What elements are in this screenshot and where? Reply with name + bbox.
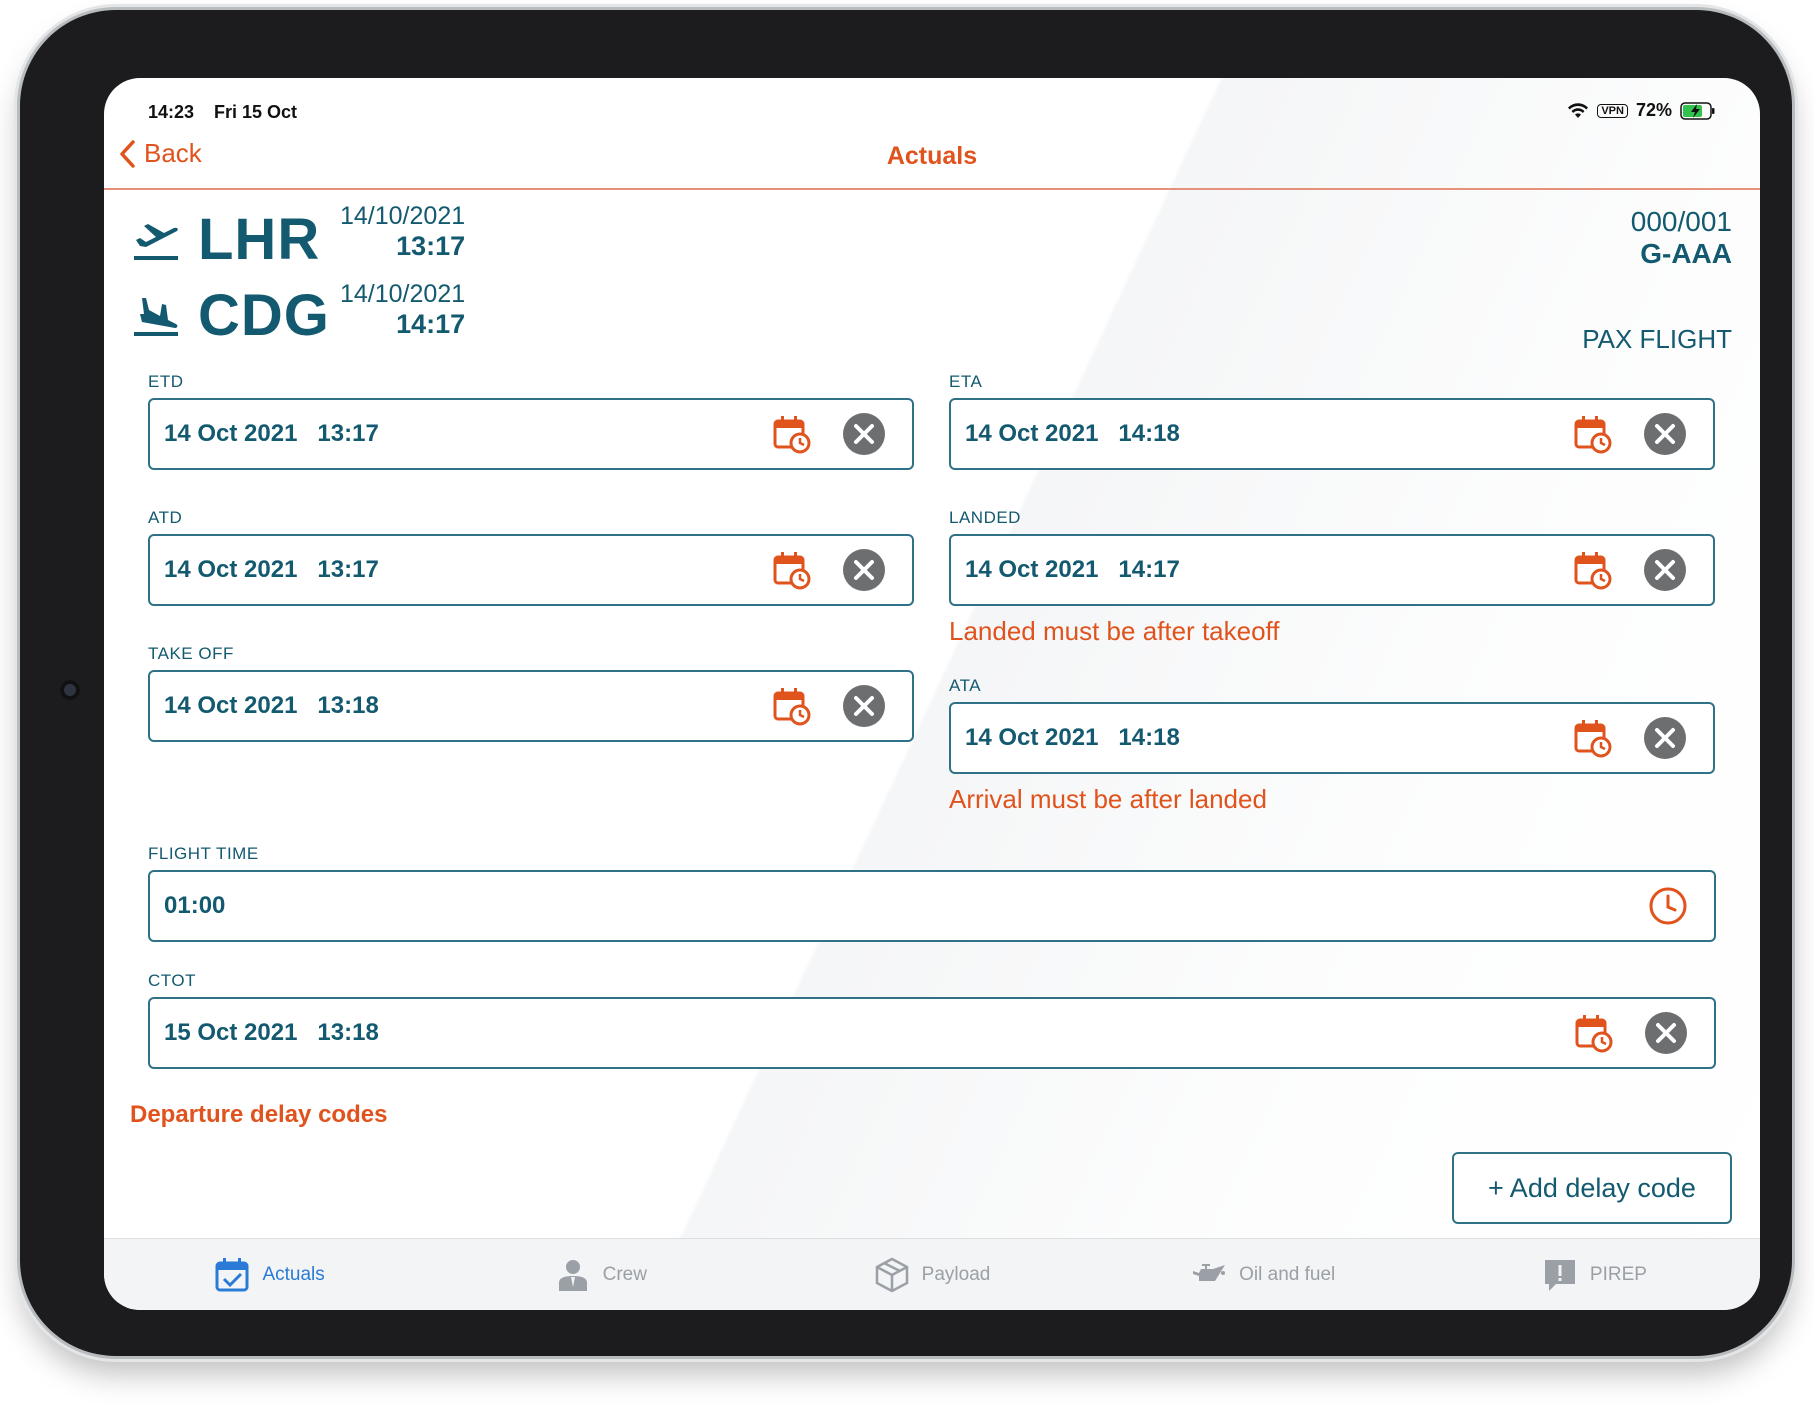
flight-time-label: FLIGHT TIME xyxy=(148,844,259,863)
tab-bar: Actuals Crew Payload Oil and fuel PIREP xyxy=(104,1238,1760,1310)
page-title: Actuals xyxy=(886,142,978,170)
calendar-clock-icon[interactable] xyxy=(1573,718,1613,758)
flight-time-field[interactable]: 01:00 xyxy=(148,870,1716,942)
alert-message-icon xyxy=(1544,1259,1575,1291)
tab-actuals[interactable]: Actuals xyxy=(104,1239,435,1310)
takeoff-value: 14 Oct 2021 13:18 xyxy=(164,692,379,719)
box-icon xyxy=(875,1257,908,1292)
calendar-clock-icon[interactable] xyxy=(772,414,812,454)
departure-time: 13:17 xyxy=(396,231,466,261)
etd-label: ETD xyxy=(148,372,184,391)
screen: 14:23 Fri 15 Oct VPN 72% Back Actuals LH… xyxy=(104,78,1760,1310)
clear-icon[interactable] xyxy=(1643,548,1687,592)
tab-crew-label: Crew xyxy=(602,1263,647,1285)
person-icon xyxy=(558,1259,587,1291)
status-time: 14:23 xyxy=(148,102,195,122)
battery-icon xyxy=(1680,101,1715,120)
camera xyxy=(60,680,80,700)
calendar-clock-icon[interactable] xyxy=(772,686,812,726)
arrival-schedule: 14/10/2021 14:17 xyxy=(340,280,465,340)
calendar-clock-icon[interactable] xyxy=(772,550,812,590)
wifi-icon xyxy=(1568,102,1589,118)
landed-error: Landed must be after takeoff xyxy=(949,616,1280,646)
battery-percent: 72% xyxy=(1635,100,1672,120)
tab-pirep[interactable]: PIREP xyxy=(1429,1239,1760,1310)
oil-can-icon xyxy=(1193,1263,1226,1281)
departure-airport: LHR xyxy=(198,207,321,272)
eta-field[interactable]: 14 Oct 2021 14:18 xyxy=(949,398,1715,470)
landed-field[interactable]: 14 Oct 2021 14:17 xyxy=(949,534,1715,606)
etd-field[interactable]: 14 Oct 2021 13:17 xyxy=(148,398,914,470)
calendar-clock-icon[interactable] xyxy=(1573,550,1613,590)
tab-crew[interactable]: Crew xyxy=(435,1239,766,1310)
tab-pirep-label: PIREP xyxy=(1589,1263,1647,1285)
flight-number: 000/001 xyxy=(1630,206,1732,237)
departure-date: 14/10/2021 xyxy=(340,202,466,230)
arrival-row: CDG xyxy=(132,282,330,349)
clear-icon[interactable] xyxy=(842,548,886,592)
ata-error: Arrival must be after landed xyxy=(949,784,1267,814)
eta-value: 14 Oct 2021 14:18 xyxy=(965,420,1180,447)
takeoff-label: TAKE OFF xyxy=(148,644,234,663)
atd-field[interactable]: 14 Oct 2021 13:17 xyxy=(148,534,914,606)
tab-oil-and-fuel-label: Oil and fuel xyxy=(1239,1263,1336,1285)
ctot-label: CTOT xyxy=(148,971,196,990)
takeoff-icon xyxy=(134,223,178,260)
aircraft-registration: G-AAA xyxy=(1640,238,1732,269)
departure-schedule: 14/10/2021 13:17 xyxy=(340,202,465,262)
landing-icon xyxy=(134,297,178,336)
ctot-value: 15 Oct 2021 13:18 xyxy=(164,1019,379,1046)
arrival-airport: CDG xyxy=(198,283,330,348)
clock-icon[interactable] xyxy=(1648,886,1688,926)
nav-bar: Back Actuals xyxy=(104,128,1760,190)
etd-value: 14 Oct 2021 13:17 xyxy=(164,420,379,447)
eta-label: ETA xyxy=(949,372,983,391)
status-indicators: VPN 72% xyxy=(1567,100,1716,121)
vpn-badge: VPN xyxy=(1597,103,1628,118)
flight-type: PAX FLIGHT xyxy=(1582,324,1732,354)
arrival-time: 14:17 xyxy=(396,309,466,339)
tab-oil-and-fuel[interactable]: Oil and fuel xyxy=(1098,1239,1429,1310)
clear-icon[interactable] xyxy=(842,684,886,728)
ctot-field[interactable]: 15 Oct 2021 13:18 xyxy=(148,997,1716,1069)
clear-icon[interactable] xyxy=(1643,412,1687,456)
departure-row: LHR xyxy=(132,206,320,273)
landed-value: 14 Oct 2021 14:17 xyxy=(965,556,1180,583)
calendar-clock-icon[interactable] xyxy=(1573,414,1613,454)
clear-icon[interactable] xyxy=(1643,716,1687,760)
landed-label: LANDED xyxy=(949,508,1021,527)
ata-label: ATA xyxy=(949,676,982,695)
tablet-frame: 14:23 Fri 15 Oct VPN 72% Back Actuals LH… xyxy=(20,10,1792,1356)
clear-icon[interactable] xyxy=(1644,1011,1688,1055)
clear-icon[interactable] xyxy=(842,412,886,456)
flight-time-value: 01:00 xyxy=(164,892,226,919)
status-date: Fri 15 Oct xyxy=(214,102,298,122)
status-bar: 14:23 Fri 15 Oct VPN 72% xyxy=(104,78,1760,128)
tab-actuals-label: Actuals xyxy=(262,1263,325,1285)
ata-field[interactable]: 14 Oct 2021 14:18 xyxy=(949,702,1715,774)
tab-payload-label: Payload xyxy=(921,1263,991,1285)
arrival-date: 14/10/2021 xyxy=(340,280,466,308)
delay-codes-title: Departure delay codes xyxy=(130,1101,388,1128)
calendar-clock-icon[interactable] xyxy=(1574,1013,1614,1053)
atd-label: ATD xyxy=(148,508,183,527)
calendar-check-icon xyxy=(215,1257,249,1291)
takeoff-field[interactable]: 14 Oct 2021 13:18 xyxy=(148,670,914,742)
atd-value: 14 Oct 2021 13:17 xyxy=(164,556,379,583)
ata-value: 14 Oct 2021 14:18 xyxy=(965,724,1180,751)
tab-payload[interactable]: Payload xyxy=(766,1239,1097,1310)
add-delay-code-button[interactable]: + Add delay code xyxy=(1452,1152,1732,1224)
